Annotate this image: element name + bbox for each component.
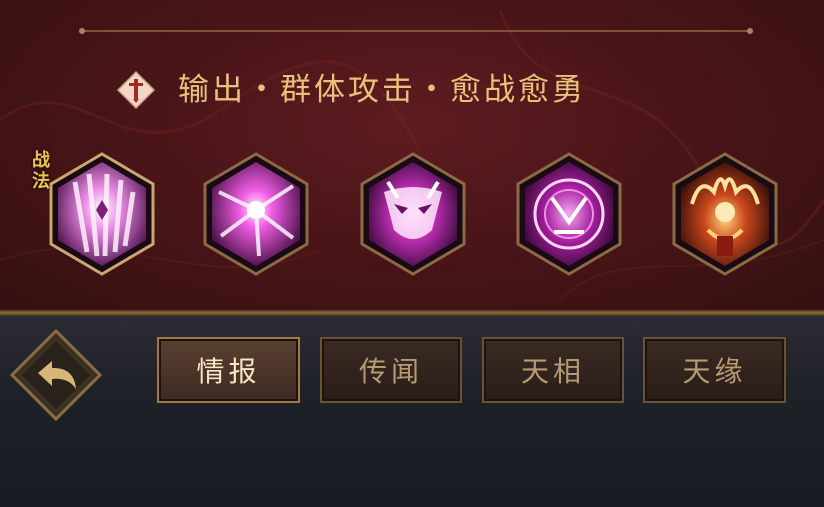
skill-slot-5[interactable] [670, 152, 780, 276]
burst-slash-skill-icon[interactable] [201, 152, 311, 276]
back-arrow-icon[interactable] [8, 327, 104, 423]
rune-circle-skill-icon[interactable] [514, 152, 624, 276]
tab-celestial-sign[interactable]: 天相 [482, 337, 624, 403]
skill-slot-1[interactable] [47, 152, 157, 276]
tab-destiny[interactable]: 天缘 [643, 337, 786, 403]
hero-role-line: 输出・群体攻击・愈战愈勇 [116, 68, 586, 112]
ornamental-divider [79, 28, 753, 34]
sword-emblem-icon [116, 70, 156, 110]
skill-slot-3[interactable] [358, 152, 468, 276]
hero-info-panel: 输出・群体攻击・愈战愈勇 战法 [0, 0, 824, 312]
tab-rumors[interactable]: 传闻 [320, 337, 462, 403]
crystal-claw-skill-icon[interactable] [47, 152, 157, 276]
skill-slot-4[interactable] [514, 152, 624, 276]
skill-slot-2[interactable] [201, 152, 311, 276]
flame-demon-skill-icon[interactable] [670, 152, 780, 276]
demon-mask-skill-icon[interactable] [358, 152, 468, 276]
back-button[interactable] [8, 327, 104, 423]
hero-role-text: 输出・群体攻击・愈战愈勇 [178, 72, 586, 108]
tab-intel[interactable]: 情报 [157, 337, 300, 403]
